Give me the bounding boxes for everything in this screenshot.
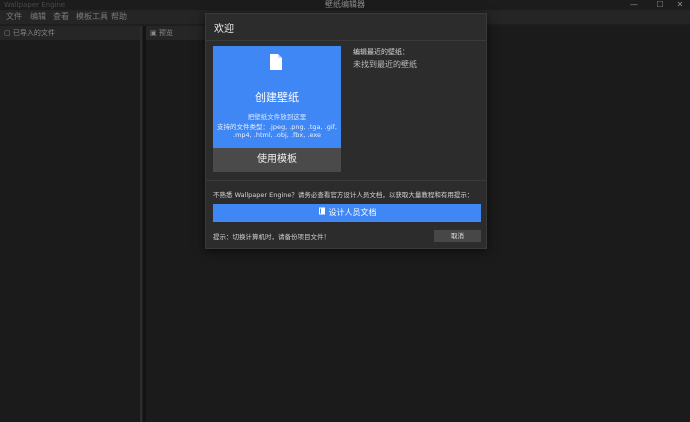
imported-files-label: 已导入的文件 <box>12 29 55 37</box>
recent-wallpapers-empty: 未找到最近的壁纸 <box>353 60 417 69</box>
dialog-title: 欢迎 <box>214 24 234 35</box>
create-wallpaper-button[interactable]: 创建壁纸 把壁纸文件放到这里 支持的文件类型：.jpeg, .png, .tga… <box>213 46 341 148</box>
imported-files-header[interactable]: ▢ 已导入的文件 <box>0 26 140 40</box>
supported-types-line2: .mp4, .html, .obj, .fbx, .exe <box>233 131 321 139</box>
menu-help[interactable]: 帮助 <box>111 10 127 24</box>
folder-icon: ▢ <box>4 29 11 37</box>
book-icon <box>318 204 326 222</box>
menu-template-tools[interactable]: 模板工具 <box>76 10 108 24</box>
recent-wallpapers-label: 编辑最近的壁纸： <box>353 48 409 56</box>
cancel-button[interactable]: 取消 <box>434 230 481 242</box>
image-icon: ▣ <box>150 29 157 37</box>
window-title: 壁纸编辑器 <box>325 0 365 9</box>
backup-tip: 提示：切换计算机时，请备份项目文件！ <box>213 233 330 241</box>
divider <box>206 40 486 41</box>
designer-docs-label: 设计人员文档 <box>328 208 377 217</box>
create-wallpaper-label: 创建壁纸 <box>255 91 299 104</box>
drop-hint: 把壁纸文件放到这里 <box>247 113 307 121</box>
maximize-button[interactable]: ☐ <box>650 0 670 10</box>
menu-edit[interactable]: 编辑 <box>30 10 46 24</box>
preview-header[interactable]: ▣ 预览 <box>146 26 206 40</box>
docs-prompt-text: 不熟悉 Wallpaper Engine？请务必查看官方设计人员文档，以获取大量… <box>213 191 474 199</box>
supported-types-line1: 支持的文件类型：.jpeg, .png, .tga, .gif, <box>216 123 338 131</box>
file-icon <box>269 53 283 75</box>
menu-view[interactable]: 查看 <box>53 10 69 24</box>
minimize-button[interactable]: — <box>624 0 644 10</box>
close-button[interactable]: ✕ <box>670 0 690 10</box>
menu-file[interactable]: 文件 <box>6 10 22 24</box>
use-template-button[interactable]: 使用模板 <box>213 148 341 172</box>
imported-files-panel: ▢ 已导入的文件 <box>0 26 142 422</box>
title-bar: Wallpaper Engine 壁纸编辑器 — ☐ ✕ <box>0 0 690 10</box>
welcome-dialog: 欢迎 创建壁纸 把壁纸文件放到这里 支持的文件类型：.jpeg, .png, .… <box>205 13 487 249</box>
preview-label: 预览 <box>158 29 173 37</box>
designer-docs-button[interactable]: 设计人员文档 <box>213 204 481 222</box>
divider <box>206 180 486 181</box>
